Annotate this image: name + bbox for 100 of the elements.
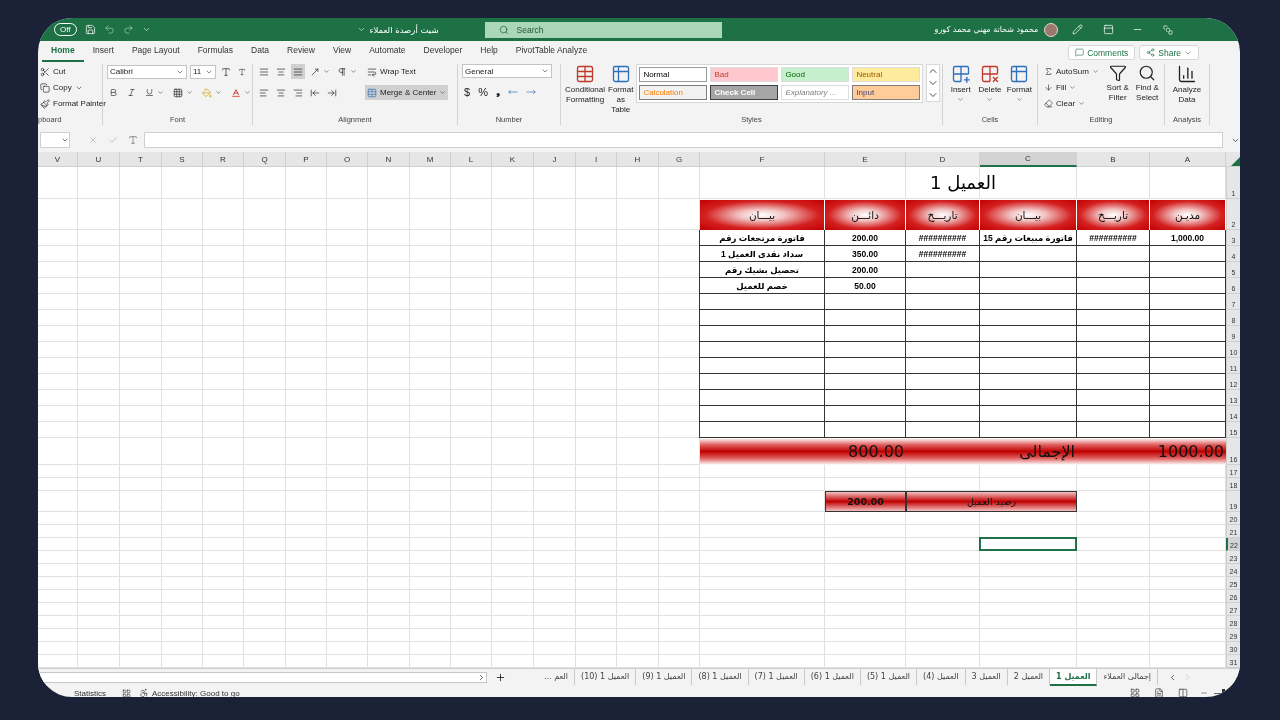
cells-button[interactable]: Format xyxy=(1005,64,1033,103)
table-cell-text: سداد نقدى العميل 1 xyxy=(720,247,804,261)
cells-button[interactable]: Delete xyxy=(976,64,1004,103)
column-header[interactable]: V xyxy=(38,152,78,167)
sheet-tab[interactable]: العم ... xyxy=(538,669,575,686)
grid-icon xyxy=(173,87,183,98)
column-heading: تاريـــخ xyxy=(1077,199,1150,230)
column-header[interactable]: H xyxy=(617,152,659,167)
sheet-tab[interactable]: العميل (4) xyxy=(917,669,966,686)
page-break-icon xyxy=(1177,688,1188,697)
analyze-data-button[interactable]: Analyze Data xyxy=(1169,64,1205,105)
align-bottom-button[interactable] xyxy=(291,64,305,79)
ribbon-tab[interactable]: Insert xyxy=(83,43,123,62)
column-header[interactable]: S xyxy=(162,152,203,167)
share-button[interactable]: Share xyxy=(1139,45,1199,60)
sheet-tab[interactable]: العميل 1 (10) xyxy=(575,669,637,686)
clipboard-button[interactable]: Format Painter xyxy=(38,96,108,111)
sheet-tab[interactable]: العميل 1 xyxy=(1050,669,1098,686)
ribbon-tab[interactable]: Formulas xyxy=(188,43,243,62)
column-header[interactable]: D xyxy=(906,152,980,167)
sheet-tab[interactable]: العميل 1 (5) xyxy=(860,669,918,686)
ribbon-tab[interactable]: Page Layout xyxy=(122,43,189,62)
editing-button[interactable]: Sort & Filter xyxy=(1104,64,1131,103)
column-header[interactable]: O xyxy=(327,152,368,167)
formula-input[interactable] xyxy=(144,132,1223,148)
column-header[interactable]: A xyxy=(1150,152,1226,167)
total-label: الإجمالى xyxy=(1018,441,1076,463)
horizontal-scrollbar[interactable] xyxy=(38,672,487,683)
format-as-table-button[interactable]: Format as Table xyxy=(608,64,634,115)
number-format-button[interactable]: ❟ xyxy=(493,84,502,99)
number-format-dropdown[interactable]: General xyxy=(462,64,552,78)
sheet-tab[interactable]: العميل 1 (6) xyxy=(804,669,861,686)
column-header[interactable]: E xyxy=(825,152,906,167)
search-icon xyxy=(498,24,509,35)
editing-button[interactable]: Find & Select xyxy=(1134,64,1160,103)
column-header[interactable]: T xyxy=(120,152,162,167)
column-header[interactable]: M xyxy=(410,152,451,167)
merge-center-button[interactable]: Merge & Center xyxy=(365,85,449,100)
total-value: 1000.00 xyxy=(1156,441,1225,463)
cell-style-option[interactable]: Input xyxy=(852,85,921,100)
column-header[interactable]: I xyxy=(576,152,617,167)
sheet-tab[interactable]: العميل 1 (9) xyxy=(636,669,693,686)
comments-button[interactable]: Comments xyxy=(1068,45,1136,60)
ribbon-tab[interactable]: Home xyxy=(42,43,84,62)
cell-style-option[interactable]: Good xyxy=(781,67,850,82)
ribbon-tab[interactable]: Review xyxy=(278,43,324,62)
avatar-icon[interactable] xyxy=(1044,22,1059,37)
name-box[interactable] xyxy=(40,132,70,148)
column-header[interactable]: U xyxy=(78,152,120,167)
align-icon xyxy=(259,66,269,77)
column-header[interactable]: F xyxy=(700,152,825,167)
column-header[interactable]: C xyxy=(980,152,1077,167)
active-cell[interactable] xyxy=(979,537,1077,551)
column-header[interactable]: G xyxy=(659,152,700,167)
font-size-dropdown[interactable]: 11 xyxy=(190,64,216,79)
ribbon-tab[interactable]: PivotTable Analyze xyxy=(506,43,597,62)
caret-icon xyxy=(1015,96,1023,103)
clipboard-button[interactable]: Copy xyxy=(38,80,108,95)
column-header[interactable]: B xyxy=(1077,152,1150,167)
ribbon-tab[interactable]: Automate xyxy=(360,43,415,62)
table-cell-text: ########## xyxy=(1088,231,1138,245)
check-icon xyxy=(108,135,118,145)
status-text[interactable]: Accessibility: Good to go xyxy=(152,688,240,697)
cell-style-option[interactable]: Bad xyxy=(710,67,779,82)
column-header[interactable]: N xyxy=(368,152,410,167)
pilcrow-icon xyxy=(337,66,347,77)
wrap-text-button[interactable]: Wrap Text xyxy=(365,64,449,79)
sheet-tab[interactable]: العميل 3 xyxy=(965,669,1008,686)
column-header[interactable]: R xyxy=(203,152,244,167)
cells-button[interactable]: Insert xyxy=(947,64,975,103)
fill-color-button[interactable] xyxy=(200,85,224,100)
column-header[interactable]: J xyxy=(534,152,576,167)
column-header[interactable]: Q xyxy=(244,152,286,167)
column-header[interactable]: K xyxy=(492,152,534,167)
sheet-tab[interactable]: العميل 1 (8) xyxy=(692,669,749,686)
font-name-dropdown[interactable]: Calibri xyxy=(107,64,187,79)
column-header[interactable]: L xyxy=(451,152,492,167)
cell-style-option[interactable]: Explanatory ... xyxy=(781,85,850,100)
column-header[interactable]: P xyxy=(286,152,327,167)
search-input[interactable]: Search xyxy=(514,23,665,36)
ribbon-tab[interactable]: Data xyxy=(242,43,279,62)
status-text[interactable]: Statistics xyxy=(74,688,106,697)
editing-button[interactable]: Fill xyxy=(1042,80,1101,95)
cell-style-option[interactable]: Normal xyxy=(639,67,708,82)
normal-view-icon xyxy=(1129,688,1140,697)
editing-button[interactable]: Clear xyxy=(1042,96,1101,111)
user-name: محمود شحاتة مهني محمد كورو xyxy=(934,25,1039,34)
caret-icon xyxy=(1091,68,1099,75)
ribbon-tab[interactable]: Developer xyxy=(414,43,472,62)
number-format-button[interactable]: % xyxy=(476,84,490,99)
editing-button[interactable]: AutoSum xyxy=(1042,64,1101,79)
sheet-tab[interactable]: العميل 1 (7) xyxy=(748,669,805,686)
sheet-tab[interactable]: العميل 2 xyxy=(1007,669,1051,686)
ribbon-tab[interactable]: Help xyxy=(471,43,507,62)
conditional-formatting-button[interactable]: Conditional Formatting xyxy=(565,64,606,105)
search-bar[interactable]: Search xyxy=(484,21,722,38)
clipboard-button[interactable]: Cut xyxy=(38,64,108,79)
cell-style-option[interactable]: Neutral xyxy=(852,67,921,82)
ribbon-tab[interactable]: View xyxy=(323,43,361,62)
number-format-button[interactable]: $ xyxy=(462,84,473,99)
